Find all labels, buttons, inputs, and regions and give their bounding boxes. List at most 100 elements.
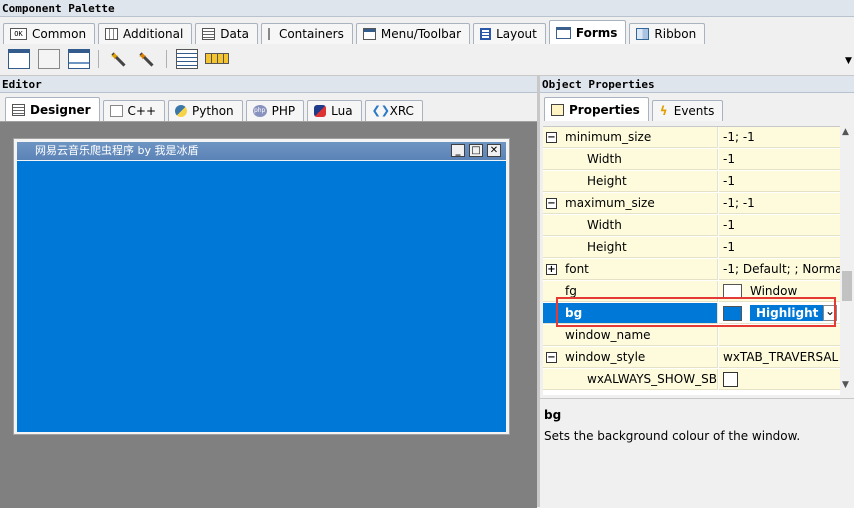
property-name-cell[interactable]: fg (543, 281, 718, 302)
tab-forms[interactable]: Forms (548, 20, 627, 44)
collapse-icon[interactable]: − (546, 198, 557, 209)
wizard-page-tool-icon[interactable]: ✦ (136, 49, 158, 69)
property-row-fg[interactable]: fg Window (543, 281, 840, 303)
tab-containers[interactable]: Containers (260, 23, 353, 44)
property-grid-scrollbar[interactable]: ▲ ▼ (840, 126, 854, 394)
collapse-icon[interactable]: − (546, 132, 557, 143)
frame-client-area[interactable] (17, 161, 506, 432)
property-row-maximum-size[interactable]: − maximum_size -1; -1 (543, 193, 840, 215)
tab-php[interactable]: php PHP (245, 100, 305, 121)
property-value: -1 (723, 218, 735, 232)
property-value: wxTAB_TRAVERSAL (723, 350, 839, 364)
property-value-cell[interactable] (719, 325, 840, 346)
property-row-height[interactable]: Height -1 (543, 237, 840, 259)
tab-events[interactable]: ϟ Events (651, 100, 724, 121)
property-value-cell[interactable]: -1; Default; ; Normal (719, 259, 840, 280)
maximize-icon[interactable]: □ (469, 144, 483, 157)
property-row-minimum-size[interactable]: − minimum_size -1; -1 (543, 127, 840, 149)
minimize-icon[interactable]: _ (451, 144, 465, 157)
property-value-cell[interactable]: Window (719, 281, 840, 302)
dialog-tool-icon[interactable] (68, 49, 90, 69)
property-value-cell[interactable]: wxTAB_TRAVERSAL (719, 347, 840, 368)
property-name-cell[interactable]: Height (543, 237, 718, 258)
tab-xrc[interactable]: ❮❯ XRC (364, 100, 423, 121)
property-row-width[interactable]: Width -1 (543, 215, 840, 237)
scroll-up-icon[interactable]: ▲ (842, 127, 849, 137)
toolbar-tool-icon[interactable] (205, 53, 229, 64)
toolbar-overflow-icon[interactable]: ▼ (845, 56, 852, 66)
property-name: maximum_size (565, 196, 655, 210)
property-name-cell[interactable]: − minimum_size (543, 127, 718, 148)
property-name: fg (565, 284, 577, 298)
property-name-cell[interactable]: wxALWAYS_SHOW_SB (543, 369, 718, 390)
property-value-cell[interactable]: -1 (719, 215, 840, 236)
style-checkbox[interactable] (723, 372, 738, 387)
tab-data[interactable]: Data (195, 23, 258, 44)
wizard-page-star-icon: ✦ (138, 50, 148, 63)
property-row-width[interactable]: Width -1 (543, 149, 840, 171)
property-value-cell[interactable]: -1; -1 (719, 127, 840, 148)
property-value-cell[interactable]: -1; -1 (719, 193, 840, 214)
property-row-window-name[interactable]: window_name (543, 325, 840, 347)
property-row-wxalways-show-sb[interactable]: wxALWAYS_SHOW_SB (543, 369, 840, 391)
python-icon (175, 105, 188, 117)
property-name: wxALWAYS_SHOW_SB (587, 372, 717, 386)
collapse-icon[interactable]: − (546, 352, 557, 363)
property-name: Width (587, 152, 622, 166)
tab-lua[interactable]: Lua (307, 100, 362, 121)
tab-common[interactable]: OK Common (3, 23, 96, 44)
property-value-cell[interactable] (719, 369, 840, 390)
tab-label: Ribbon (654, 27, 697, 41)
property-value: -1; Default; ; Normal (723, 262, 840, 276)
designer-frame-window[interactable]: 网易云音乐爬虫程序 by 我是冰盾 _ □ ✕ (13, 138, 510, 435)
tab-additional[interactable]: Additional (98, 23, 193, 44)
tab-properties[interactable]: Properties (544, 97, 649, 121)
expand-icon[interactable]: + (546, 264, 557, 275)
property-name-cell[interactable]: − window_style (543, 347, 718, 368)
tab-cpp[interactable]: C++ (102, 100, 166, 121)
property-name-cell[interactable]: Height (543, 171, 718, 192)
tab-label: Python (192, 104, 234, 118)
tab-label: Designer (30, 102, 91, 117)
property-name-cell[interactable]: Width (543, 215, 718, 236)
scroll-down-icon[interactable]: ▼ (842, 380, 849, 390)
property-name-cell[interactable]: window_name (543, 325, 718, 346)
property-row-height[interactable]: Height -1 (543, 171, 840, 193)
tab-label: Forms (575, 25, 618, 40)
frame-tool-icon[interactable] (8, 49, 30, 69)
property-value-cell[interactable]: -1 (719, 149, 840, 170)
property-description: bg Sets the background colour of the win… (540, 398, 854, 508)
property-row-window-style[interactable]: − window_style wxTAB_TRAVERSAL (543, 347, 840, 369)
menubar-tool-icon[interactable] (176, 49, 198, 69)
property-value: -1; -1 (723, 196, 755, 210)
property-value-cell[interactable]: -1 (719, 171, 840, 192)
tab-label: Common (32, 27, 87, 41)
properties-icon (551, 103, 564, 116)
property-value: Highlight (750, 305, 825, 321)
property-row-font[interactable]: + font -1; Default; ; Normal (543, 259, 840, 281)
tab-label: Layout (496, 27, 537, 41)
tab-menu-toolbar[interactable]: Menu/Toolbar (355, 23, 471, 44)
tab-ribbon[interactable]: Ribbon (629, 23, 706, 44)
close-icon[interactable]: ✕ (487, 144, 501, 157)
property-value: -1 (723, 174, 735, 188)
editor-caption: Editor (0, 76, 537, 93)
chevron-down-icon[interactable]: ⌄ (823, 305, 837, 321)
tab-python[interactable]: Python (168, 100, 243, 121)
property-value-cell[interactable]: -1 (719, 237, 840, 258)
property-name-cell[interactable]: + font (543, 259, 718, 280)
property-value: -1 (723, 240, 735, 254)
scroll-thumb[interactable] (842, 271, 852, 301)
property-row-bg[interactable]: bg Highlight ⌄ (543, 303, 840, 325)
description-title: bg (544, 408, 562, 422)
property-value-cell[interactable]: Highlight ⌄ (719, 303, 840, 324)
panel-tool-icon[interactable] (38, 49, 60, 69)
tab-layout[interactable]: Layout (473, 23, 546, 44)
property-name-cell[interactable]: bg (543, 303, 718, 324)
xrc-icon: ❮❯ (371, 104, 391, 117)
property-name-cell[interactable]: − maximum_size (543, 193, 718, 214)
tab-designer[interactable]: Designer (5, 97, 100, 121)
property-name-cell[interactable]: Width (543, 149, 718, 170)
wizard-tool-icon[interactable]: ✦ (108, 49, 130, 69)
frame-title-bar[interactable]: 网易云音乐爬虫程序 by 我是冰盾 _ □ ✕ (17, 142, 506, 160)
